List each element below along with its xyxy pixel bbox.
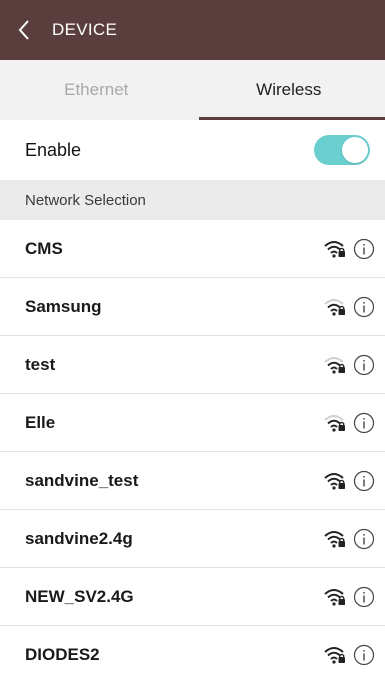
info-icon[interactable] xyxy=(353,412,375,434)
network-item[interactable]: Samsung xyxy=(0,278,385,336)
info-icon[interactable] xyxy=(353,528,375,550)
wifi-lock-icon xyxy=(324,356,345,374)
chevron-left-icon xyxy=(18,20,29,40)
top-bar: DEVICE xyxy=(0,0,385,60)
wifi-lock-icon xyxy=(324,240,345,258)
network-name: CMS xyxy=(25,238,63,258)
wifi-lock-icon xyxy=(324,530,345,548)
network-name: Elle xyxy=(25,412,56,432)
network-name: test xyxy=(25,354,56,374)
network-item[interactable]: sandvine2.4g xyxy=(0,510,385,568)
section-title: Network Selection xyxy=(25,191,146,209)
info-icon[interactable] xyxy=(353,470,375,492)
wifi-lock-icon xyxy=(324,588,345,606)
tab-bar: Ethernet Wireless xyxy=(0,60,385,120)
network-item[interactable]: CMS xyxy=(0,220,385,278)
info-icon[interactable] xyxy=(353,644,375,666)
toggle-knob xyxy=(342,137,368,163)
tab-wireless-label: Wireless xyxy=(256,80,322,99)
network-item[interactable]: test xyxy=(0,336,385,394)
wifi-lock-icon xyxy=(324,472,345,490)
tab-ethernet[interactable]: Ethernet xyxy=(0,60,193,120)
tab-ethernet-label: Ethernet xyxy=(64,80,129,99)
network-name: sandvine_test xyxy=(25,470,139,490)
network-name: Samsung xyxy=(25,296,102,316)
network-item[interactable]: sandvine_test xyxy=(0,452,385,510)
network-item[interactable]: Elle xyxy=(0,394,385,452)
network-name: NEW_SV2.4G xyxy=(25,586,134,606)
network-name: sandvine2.4g xyxy=(25,528,133,548)
network-list: CMS Samsung test Elle sandvine_test sand… xyxy=(0,220,385,680)
enable-row: Enable xyxy=(0,120,385,180)
info-icon[interactable] xyxy=(353,296,375,318)
enable-label: Enable xyxy=(25,139,82,160)
wifi-lock-icon xyxy=(324,298,345,316)
enable-toggle[interactable] xyxy=(314,135,370,165)
network-item[interactable]: NEW_SV2.4G xyxy=(0,568,385,626)
network-item[interactable]: DIODES2 xyxy=(0,626,385,680)
network-name: DIODES2 xyxy=(25,644,100,664)
page-title: DEVICE xyxy=(52,20,118,39)
section-header: Network Selection xyxy=(0,180,385,220)
wifi-lock-icon xyxy=(324,646,345,664)
wifi-lock-icon xyxy=(324,414,345,432)
info-icon[interactable] xyxy=(353,238,375,260)
tab-wireless[interactable]: Wireless xyxy=(193,60,385,120)
info-icon[interactable] xyxy=(353,586,375,608)
info-icon[interactable] xyxy=(353,354,375,376)
back-button[interactable] xyxy=(0,0,48,60)
